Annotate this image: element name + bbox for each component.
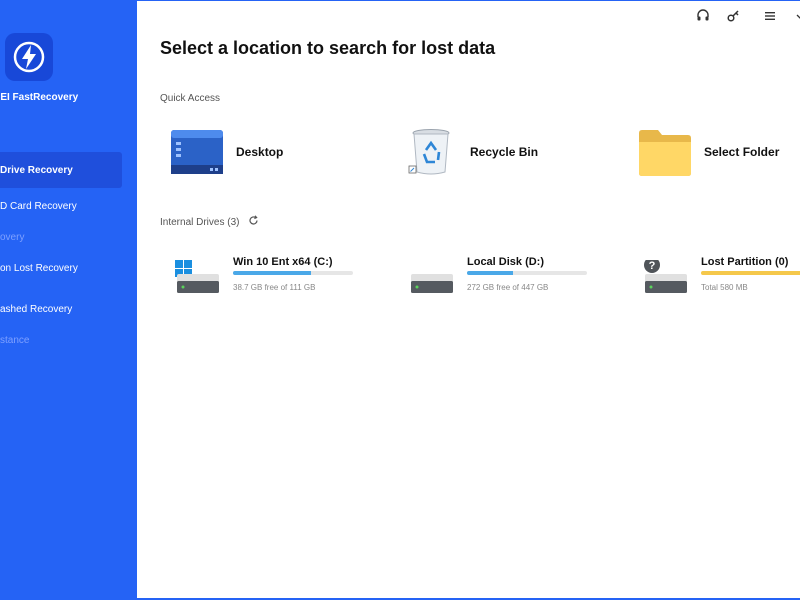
sidebar-item-drive-recovery[interactable]: Drive Recovery [0, 152, 122, 188]
hard-drive-icon [175, 260, 219, 293]
quick-access-label-text: Recycle Bin [470, 145, 539, 159]
hard-drive-icon [411, 274, 453, 293]
headset-icon[interactable] [695, 8, 711, 24]
sidebar-item-assistance-section: stance [0, 335, 29, 346]
hard-drive-icon: ? [644, 260, 687, 293]
menu-icon[interactable] [762, 8, 778, 24]
drive-name: Local Disk (D:) [467, 256, 545, 268]
internal-drives-label: Internal Drives (3) [160, 215, 259, 228]
drive-name: Lost Partition (0) [701, 256, 789, 268]
sidebar-item-label: D Card Recovery [0, 201, 77, 212]
folder-icon [639, 130, 691, 176]
recycle-bin-icon [408, 129, 450, 175]
quick-access-recycle-bin[interactable]: Recycle Bin [408, 127, 538, 177]
quick-access-select-folder[interactable]: Select Folder [638, 127, 779, 177]
sidebar-item-crashed-recovery[interactable]: ashed Recovery [0, 304, 72, 315]
drive-usage-bar [701, 271, 800, 275]
quick-access-label-text: Select Folder [704, 145, 780, 159]
drive-card-d[interactable]: Local Disk (D:) 272 GB free of 447 GB [409, 256, 609, 306]
drive-usage-bar [467, 271, 587, 275]
lightning-icon [13, 41, 45, 73]
sidebar-item-partition-lost-recovery[interactable]: on Lost Recovery [0, 263, 78, 274]
app-name: MEI FastRecovery [0, 92, 79, 103]
internal-drives-label-text: Internal Drives (3) [160, 217, 240, 228]
drive-card-c[interactable]: Win 10 Ent x64 (C:) 38.7 GB free of 111 … [175, 256, 375, 306]
sidebar-item-label: Drive Recovery [0, 164, 73, 176]
drive-name: Win 10 Ent x64 (C:) [233, 256, 333, 268]
refresh-icon[interactable] [248, 215, 259, 226]
sidebar-item-label: stance [0, 335, 30, 346]
desktop-icon [171, 130, 223, 174]
drive-usage-fill [233, 271, 311, 275]
drive-usage-fill [467, 271, 513, 275]
drive-usage-fill [701, 271, 800, 275]
key-icon[interactable] [725, 8, 741, 24]
quick-access-desktop[interactable]: Desktop [170, 127, 283, 177]
quick-access-label: Quick Access [160, 93, 221, 104]
sidebar-item-recovery-section: overy [0, 232, 24, 243]
page-title: Select a location to search for lost dat… [160, 38, 496, 58]
quick-access-label-text: Desktop [236, 145, 284, 159]
sidebar-item-label: overy [0, 232, 25, 243]
drive-card-lost-partition[interactable]: ? Lost Partition (0) Total 580 MB [643, 256, 800, 306]
app-logo [5, 33, 53, 81]
drive-size-text: 38.7 GB free of 111 GB [233, 283, 316, 292]
drive-size-text: 272 GB free of 447 GB [467, 283, 549, 292]
sidebar-item-sd-card-recovery[interactable]: D Card Recovery [0, 201, 77, 212]
drive-usage-bar [233, 271, 353, 275]
chevron-icon[interactable] [792, 8, 800, 24]
drive-size-text: Total 580 MB [701, 283, 748, 292]
svg-text:?: ? [649, 260, 656, 272]
sidebar: MEI FastRecovery Drive Recovery D Card R… [0, 0, 137, 600]
sidebar-item-label: ashed Recovery [0, 304, 73, 315]
window-top-border [137, 0, 800, 1]
sidebar-item-label: on Lost Recovery [0, 263, 78, 274]
